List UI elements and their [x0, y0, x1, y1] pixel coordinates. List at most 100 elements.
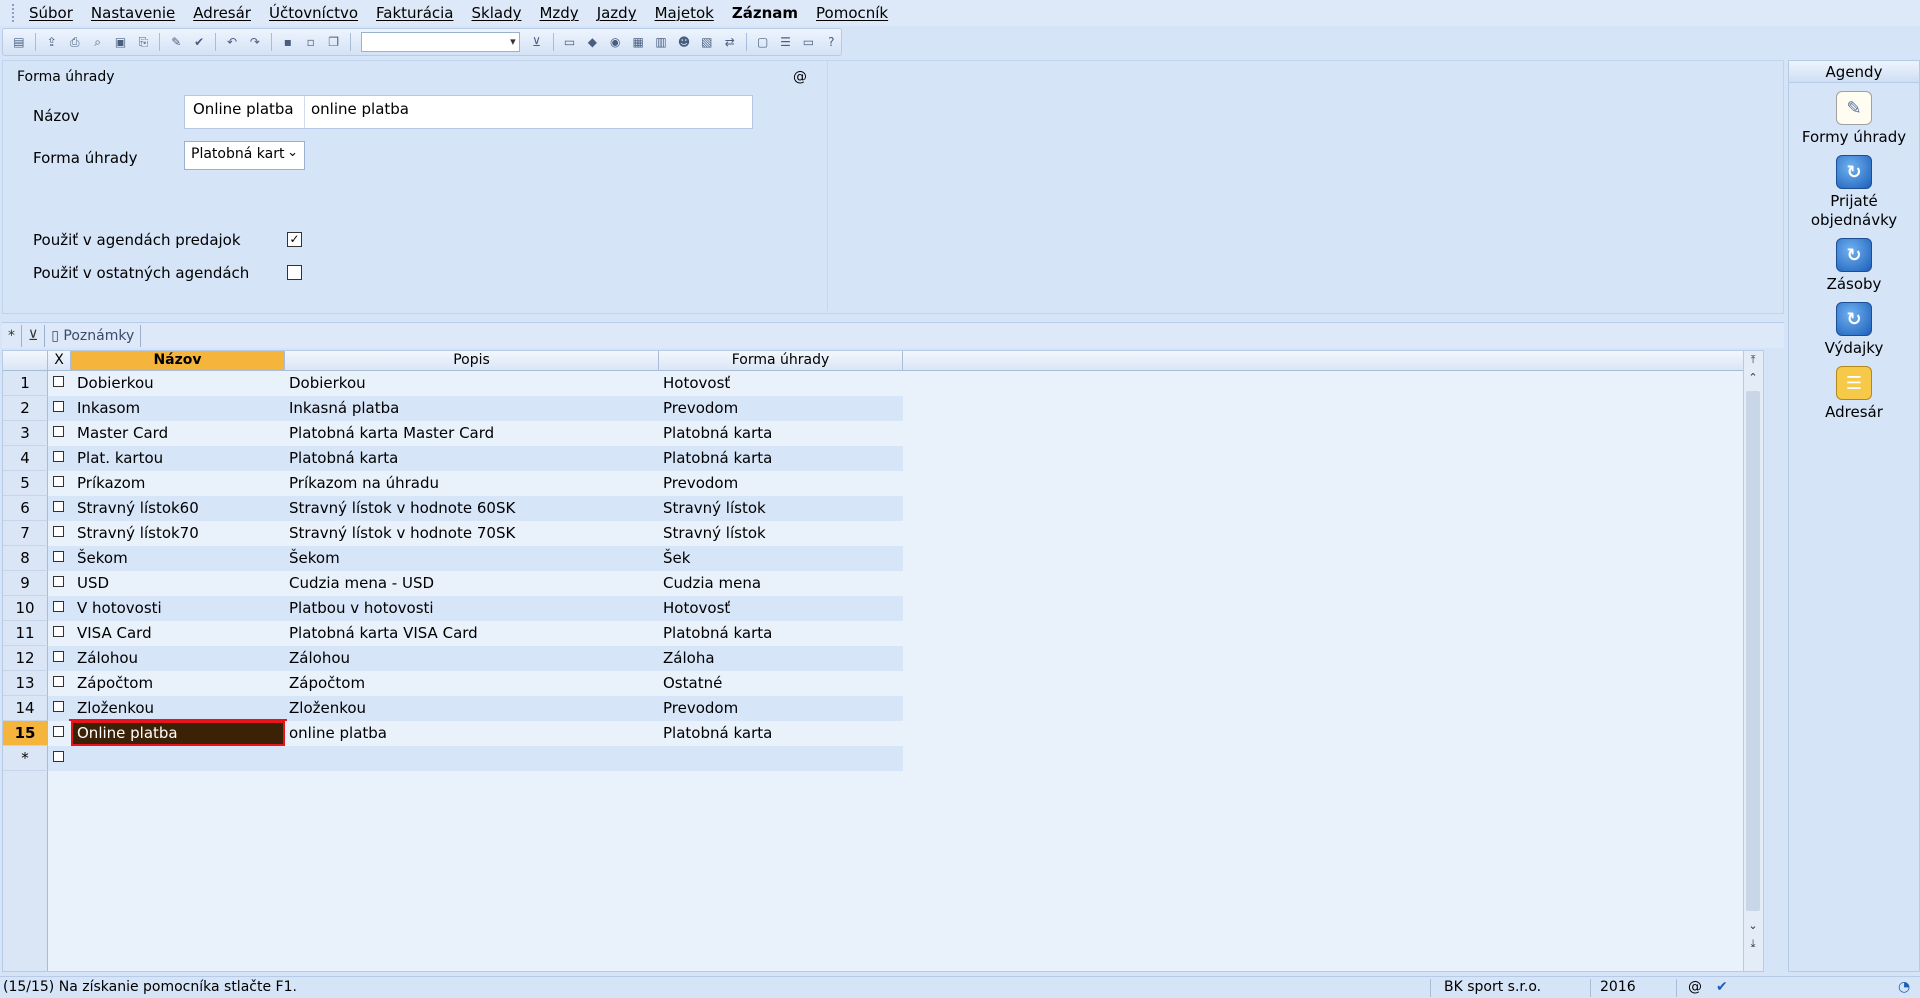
- table-row[interactable]: 12 Zálohou Zálohou Záloha: [3, 646, 903, 671]
- cell-nazov[interactable]: Stravný lístok60: [71, 496, 285, 521]
- menu-fakturacia[interactable]: Fakturácia: [367, 0, 462, 26]
- row-number[interactable]: 2: [3, 396, 48, 421]
- row-number[interactable]: 9: [3, 571, 48, 596]
- use-other-checkbox[interactable]: [287, 265, 302, 280]
- cell-forma-uhrady[interactable]: Platobná karta: [659, 721, 903, 746]
- calculator-icon[interactable]: ▥: [651, 33, 671, 51]
- row-number[interactable]: 3: [3, 421, 48, 446]
- cell-popis[interactable]: Platobná karta Master Card: [285, 421, 659, 446]
- row-delete-checkbox[interactable]: [48, 421, 71, 446]
- new-record-icon[interactable]: ✎: [166, 33, 186, 51]
- filter-tab-icon[interactable]: ⊻: [22, 324, 46, 347]
- row-number[interactable]: 4: [3, 446, 48, 471]
- agenda-item[interactable]: ✎ Formy úhrady: [1789, 91, 1919, 147]
- tab-notes[interactable]: ▯ Poznámky: [45, 324, 142, 347]
- menu-subor[interactable]: Súbor: [20, 0, 82, 26]
- cell-popis[interactable]: Šekom: [285, 546, 659, 571]
- internet-icon[interactable]: ◉: [605, 33, 625, 51]
- cell-nazov[interactable]: Master Card: [71, 421, 285, 446]
- menu-zaznam[interactable]: Záznam: [723, 0, 807, 26]
- cell-nazov[interactable]: Zloženkou: [71, 696, 285, 721]
- row-number[interactable]: 13: [3, 671, 48, 696]
- cell-forma-uhrady[interactable]: Záloha: [659, 646, 903, 671]
- vertical-scrollbar[interactable]: ⤒ ⌃ ⌄ ⤓: [1743, 351, 1763, 971]
- row-number[interactable]: 11: [3, 621, 48, 646]
- menu-jazdy[interactable]: Jazdy: [588, 0, 646, 26]
- cell-forma-uhrady[interactable]: Prevodom: [659, 696, 903, 721]
- cell-nazov[interactable]: Stravný lístok70: [71, 521, 285, 546]
- sync-icon[interactable]: ⇄: [720, 33, 740, 51]
- cell-popis[interactable]: Zloženkou: [285, 696, 659, 721]
- row-delete-checkbox[interactable]: [48, 646, 71, 671]
- table-row[interactable]: 3 Master Card Platobná karta Master Card Pl…: [3, 421, 903, 446]
- row-number[interactable]: 1: [3, 371, 48, 396]
- monitor-icon[interactable]: ▭: [798, 33, 818, 51]
- menu-uctovnictvo[interactable]: Účtovníctvo: [260, 0, 367, 26]
- cell-forma-uhrady[interactable]: Platobná karta: [659, 446, 903, 471]
- print-setup-icon[interactable]: ▣: [111, 33, 131, 51]
- cell-nazov[interactable]: Šekom: [71, 546, 285, 571]
- row-delete-checkbox[interactable]: [48, 496, 71, 521]
- cell-nazov[interactable]: VISA Card: [71, 621, 285, 646]
- cell-nazov[interactable]: USD: [71, 571, 285, 596]
- cell-popis[interactable]: Inkasná platba: [285, 396, 659, 421]
- cell-popis[interactable]: Platobná karta VISA Card: [285, 621, 659, 646]
- row-number[interactable]: 5: [3, 471, 48, 496]
- users-icon[interactable]: ☻: [674, 33, 694, 51]
- row-number[interactable]: 14: [3, 696, 48, 721]
- cell-forma-uhrady[interactable]: Prevodom: [659, 396, 903, 421]
- payment-form-select[interactable]: Platobná kart ⌄: [184, 141, 305, 170]
- row-delete-checkbox[interactable]: [48, 396, 71, 421]
- row-number[interactable]: 10: [3, 596, 48, 621]
- table-row[interactable]: 14 Zloženkou Zloženkou Prevodom: [3, 696, 903, 721]
- cell-forma-uhrady[interactable]: Hotovosť: [659, 371, 903, 396]
- menu-adresar[interactable]: Adresár: [184, 0, 260, 26]
- row-delete-checkbox[interactable]: [48, 446, 71, 471]
- row-delete-checkbox[interactable]: [48, 671, 71, 696]
- cell-popis[interactable]: Stravný lístok v hodnote 70SK: [285, 521, 659, 546]
- row-number[interactable]: 6: [3, 496, 48, 521]
- header-popis[interactable]: Popis: [285, 351, 659, 370]
- cell-nazov[interactable]: Inkasom: [71, 396, 285, 421]
- row-number[interactable]: 8: [3, 546, 48, 571]
- window-icon[interactable]: ▢: [753, 33, 773, 51]
- cell-forma-uhrady[interactable]: Hotovosť: [659, 596, 903, 621]
- status-check-icon[interactable]: ✔: [1716, 977, 1728, 998]
- row-delete-checkbox[interactable]: [48, 746, 71, 771]
- table-row[interactable]: 8 Šekom Šekom Šek: [3, 546, 903, 571]
- copy-icon[interactable]: ❐: [324, 33, 344, 51]
- row-number[interactable]: 7: [3, 521, 48, 546]
- table-row[interactable]: 10 V hotovosti Platbou v hotovosti Hotovosť: [3, 596, 903, 621]
- name-description-input[interactable]: online platba: [305, 96, 752, 128]
- print-icon[interactable]: ⎙: [65, 33, 85, 51]
- quick-search-combo[interactable]: [360, 32, 520, 52]
- cell-nazov[interactable]: [71, 746, 285, 771]
- scroll-bottom-icon[interactable]: ⤓: [1744, 935, 1762, 953]
- agenda-item[interactable]: ☰ Adresár: [1789, 366, 1919, 422]
- scroll-top-icon[interactable]: ⤒: [1744, 351, 1762, 369]
- filter-icon[interactable]: ⊻: [527, 33, 547, 51]
- agenda-item[interactable]: ↻ Zásoby: [1789, 238, 1919, 294]
- list-icon[interactable]: ☰: [776, 33, 796, 51]
- export-icon[interactable]: ⇪: [42, 33, 62, 51]
- print-more-icon[interactable]: ⎘: [133, 33, 153, 51]
- menu-nastavenie[interactable]: Nastavenie: [82, 0, 184, 26]
- cell-forma-uhrady[interactable]: Platobná karta: [659, 421, 903, 446]
- scroll-up-icon[interactable]: ⌃: [1744, 369, 1762, 387]
- cell-forma-uhrady[interactable]: Ostatné: [659, 671, 903, 696]
- cell-popis[interactable]: Dobierkou: [285, 371, 659, 396]
- table-row[interactable]: 4 Plat. kartou Platobná karta Platobná kart…: [3, 446, 903, 471]
- undo-icon[interactable]: ↶: [222, 33, 242, 51]
- name-field[interactable]: Online platba online platba: [184, 95, 753, 129]
- cell-popis[interactable]: Cudzia mena - USD: [285, 571, 659, 596]
- confirm-icon[interactable]: ✔: [189, 33, 209, 51]
- table-row[interactable]: 15 Online platba online platba Platobná kar…: [3, 719, 903, 748]
- eraser-icon[interactable]: ◆: [582, 33, 602, 51]
- bank-icon[interactable]: ▧: [697, 33, 717, 51]
- use-sales-checkbox[interactable]: ✓: [287, 232, 302, 247]
- table-row[interactable]: 6 Stravný lístok60 Stravný lístok v hodnot…: [3, 496, 903, 521]
- scroll-down-icon[interactable]: ⌄: [1744, 917, 1762, 935]
- cell-popis[interactable]: Zápočtom: [285, 671, 659, 696]
- table-row[interactable]: 9 USD Cudzia mena - USD Cudzia mena: [3, 571, 903, 596]
- cell-popis[interactable]: Zálohou: [285, 646, 659, 671]
